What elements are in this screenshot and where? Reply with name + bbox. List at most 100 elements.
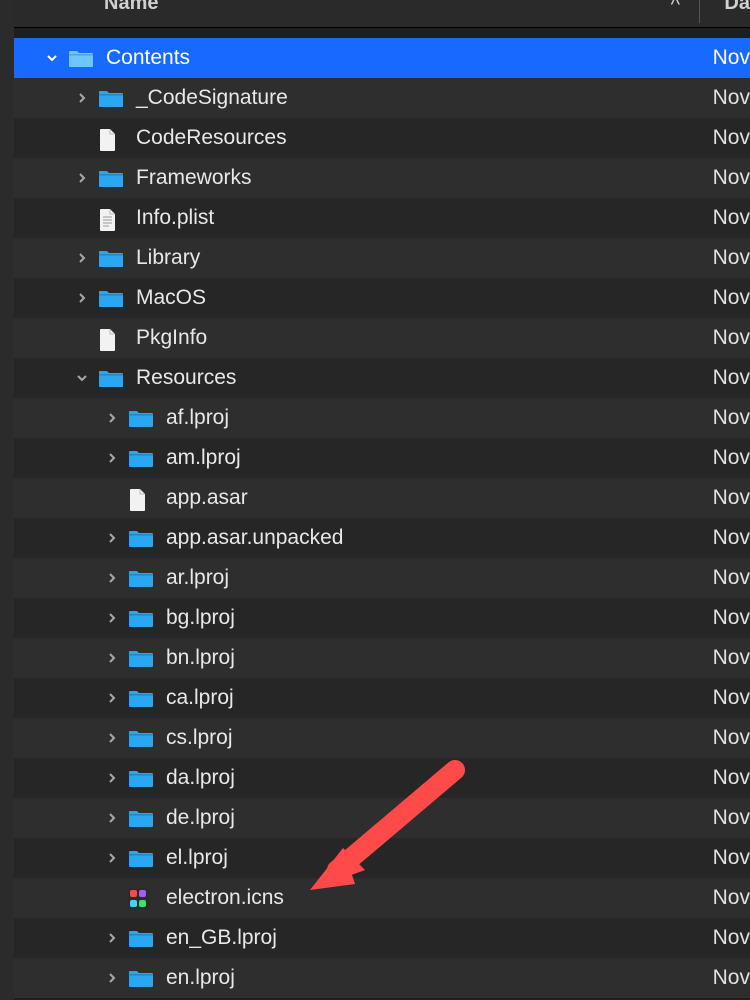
tree-row[interactable]: ResourcesNov — [14, 358, 750, 398]
tree-row[interactable]: cs.lprojNov — [14, 718, 750, 758]
chevron-right-icon[interactable] — [72, 247, 92, 270]
item-name: de.lproj — [166, 806, 235, 830]
folder-icon — [128, 448, 154, 468]
item-name: ar.lproj — [166, 566, 229, 590]
folder-icon — [128, 688, 154, 708]
tree-row[interactable]: af.lproj Nov — [14, 398, 750, 438]
item-name: PkgInfo — [136, 326, 207, 350]
folder-icon — [98, 168, 124, 188]
item-date: Nov — [705, 286, 750, 310]
tree-row[interactable]: am.lprojNov — [14, 438, 750, 478]
item-name: MacOS — [136, 286, 206, 310]
tree-row[interactable]: el.lprojNov — [14, 838, 750, 878]
item-name: _CodeSignature — [136, 86, 288, 110]
item-name: Resources — [136, 366, 236, 390]
chevron-down-icon[interactable] — [72, 367, 92, 390]
chevron-right-icon[interactable] — [102, 727, 122, 750]
tree-row[interactable]: app.asar.unpackedNov — [14, 518, 750, 558]
tree-row[interactable]: bn.lprojNov — [14, 638, 750, 678]
tree-row[interactable]: bg.lprojNov — [14, 598, 750, 638]
item-date: Nov — [705, 886, 750, 910]
tree-row[interactable]: ca.lproj Nov — [14, 678, 750, 718]
item-name: Contents — [106, 46, 190, 70]
item-date: Nov — [705, 326, 750, 350]
file-tree[interactable]: ContentsNov_CodeSignatureNovCodeResource… — [14, 38, 750, 1000]
column-header-row: Name ^ Da — [14, 0, 750, 28]
tree-row[interactable]: Info.plist Nov — [14, 198, 750, 238]
chevron-right-icon[interactable] — [102, 447, 122, 470]
folder-icon — [68, 48, 94, 68]
item-date: Nov — [705, 86, 750, 110]
item-name: af.lproj — [166, 406, 229, 430]
chevron-right-icon[interactable] — [102, 647, 122, 670]
item-date: Nov — [705, 726, 750, 750]
folder-icon — [98, 288, 124, 308]
chevron-right-icon[interactable] — [102, 767, 122, 790]
tree-row[interactable]: LibraryNov — [14, 238, 750, 278]
item-date: Nov — [705, 406, 750, 430]
plist-file-icon — [98, 208, 124, 228]
folder-icon — [128, 768, 154, 788]
item-date: Nov — [705, 766, 750, 790]
item-date: Nov — [705, 246, 750, 270]
chevron-right-icon[interactable] — [102, 567, 122, 590]
tree-row[interactable]: de.lproj Nov — [14, 798, 750, 838]
item-date: Nov — [705, 206, 750, 230]
tree-row[interactable]: Contents Nov — [14, 38, 750, 78]
chevron-right-icon[interactable] — [72, 287, 92, 310]
item-date: Nov — [705, 686, 750, 710]
file-icon — [98, 128, 124, 148]
item-name: en_GB.lproj — [166, 926, 277, 950]
folder-icon — [98, 248, 124, 268]
chevron-down-icon[interactable] — [42, 47, 62, 70]
item-date: Nov — [705, 46, 750, 70]
column-header-name[interactable]: Name — [104, 0, 158, 15]
item-date: Nov — [705, 806, 750, 830]
item-name: Frameworks — [136, 166, 252, 190]
item-date: Nov — [705, 446, 750, 470]
item-name: app.asar — [166, 486, 248, 510]
tree-row[interactable]: app.asarNov — [14, 478, 750, 518]
chevron-right-icon[interactable] — [102, 927, 122, 950]
chevron-right-icon[interactable] — [72, 87, 92, 110]
column-header-date[interactable]: Da — [714, 0, 750, 15]
tree-row[interactable]: _CodeSignature Nov — [14, 78, 750, 118]
tree-row[interactable]: ar.lproj Nov — [14, 558, 750, 598]
item-name: ca.lproj — [166, 686, 234, 710]
tree-row[interactable]: electron.icns Nov — [14, 878, 750, 918]
item-date: Nov — [705, 606, 750, 630]
chevron-right-icon[interactable] — [102, 807, 122, 830]
tree-row[interactable]: da.lproj Nov — [14, 758, 750, 798]
item-name: da.lproj — [166, 766, 235, 790]
folder-icon — [128, 528, 154, 548]
chevron-right-icon[interactable] — [102, 527, 122, 550]
tree-row[interactable]: en.lprojNov — [14, 958, 750, 998]
chevron-right-icon[interactable] — [102, 847, 122, 870]
file-icon — [128, 488, 154, 508]
item-date: Nov — [705, 566, 750, 590]
chevron-right-icon[interactable] — [72, 167, 92, 190]
window-gutter — [0, 0, 14, 1000]
item-date: Nov — [705, 926, 750, 950]
tree-row[interactable]: PkgInfo Nov — [14, 318, 750, 358]
chevron-right-icon[interactable] — [102, 967, 122, 990]
chevron-right-icon[interactable] — [102, 607, 122, 630]
folder-icon — [128, 928, 154, 948]
folder-icon — [128, 608, 154, 628]
item-name: Info.plist — [136, 206, 214, 230]
item-date: Nov — [705, 126, 750, 150]
folder-icon — [128, 728, 154, 748]
chevron-right-icon[interactable] — [102, 687, 122, 710]
item-name: electron.icns — [166, 886, 284, 910]
tree-row[interactable]: en_GB.lproj Nov — [14, 918, 750, 958]
icns-file-icon — [128, 888, 154, 908]
sort-indicator-icon[interactable]: ^ — [671, 0, 680, 17]
column-divider[interactable] — [699, 0, 700, 23]
tree-row[interactable]: MacOS Nov — [14, 278, 750, 318]
folder-icon — [128, 568, 154, 588]
folder-icon — [128, 848, 154, 868]
tree-row[interactable]: CodeResourcesNov — [14, 118, 750, 158]
chevron-right-icon[interactable] — [102, 407, 122, 430]
folder-icon — [128, 408, 154, 428]
tree-row[interactable]: FrameworksNov — [14, 158, 750, 198]
